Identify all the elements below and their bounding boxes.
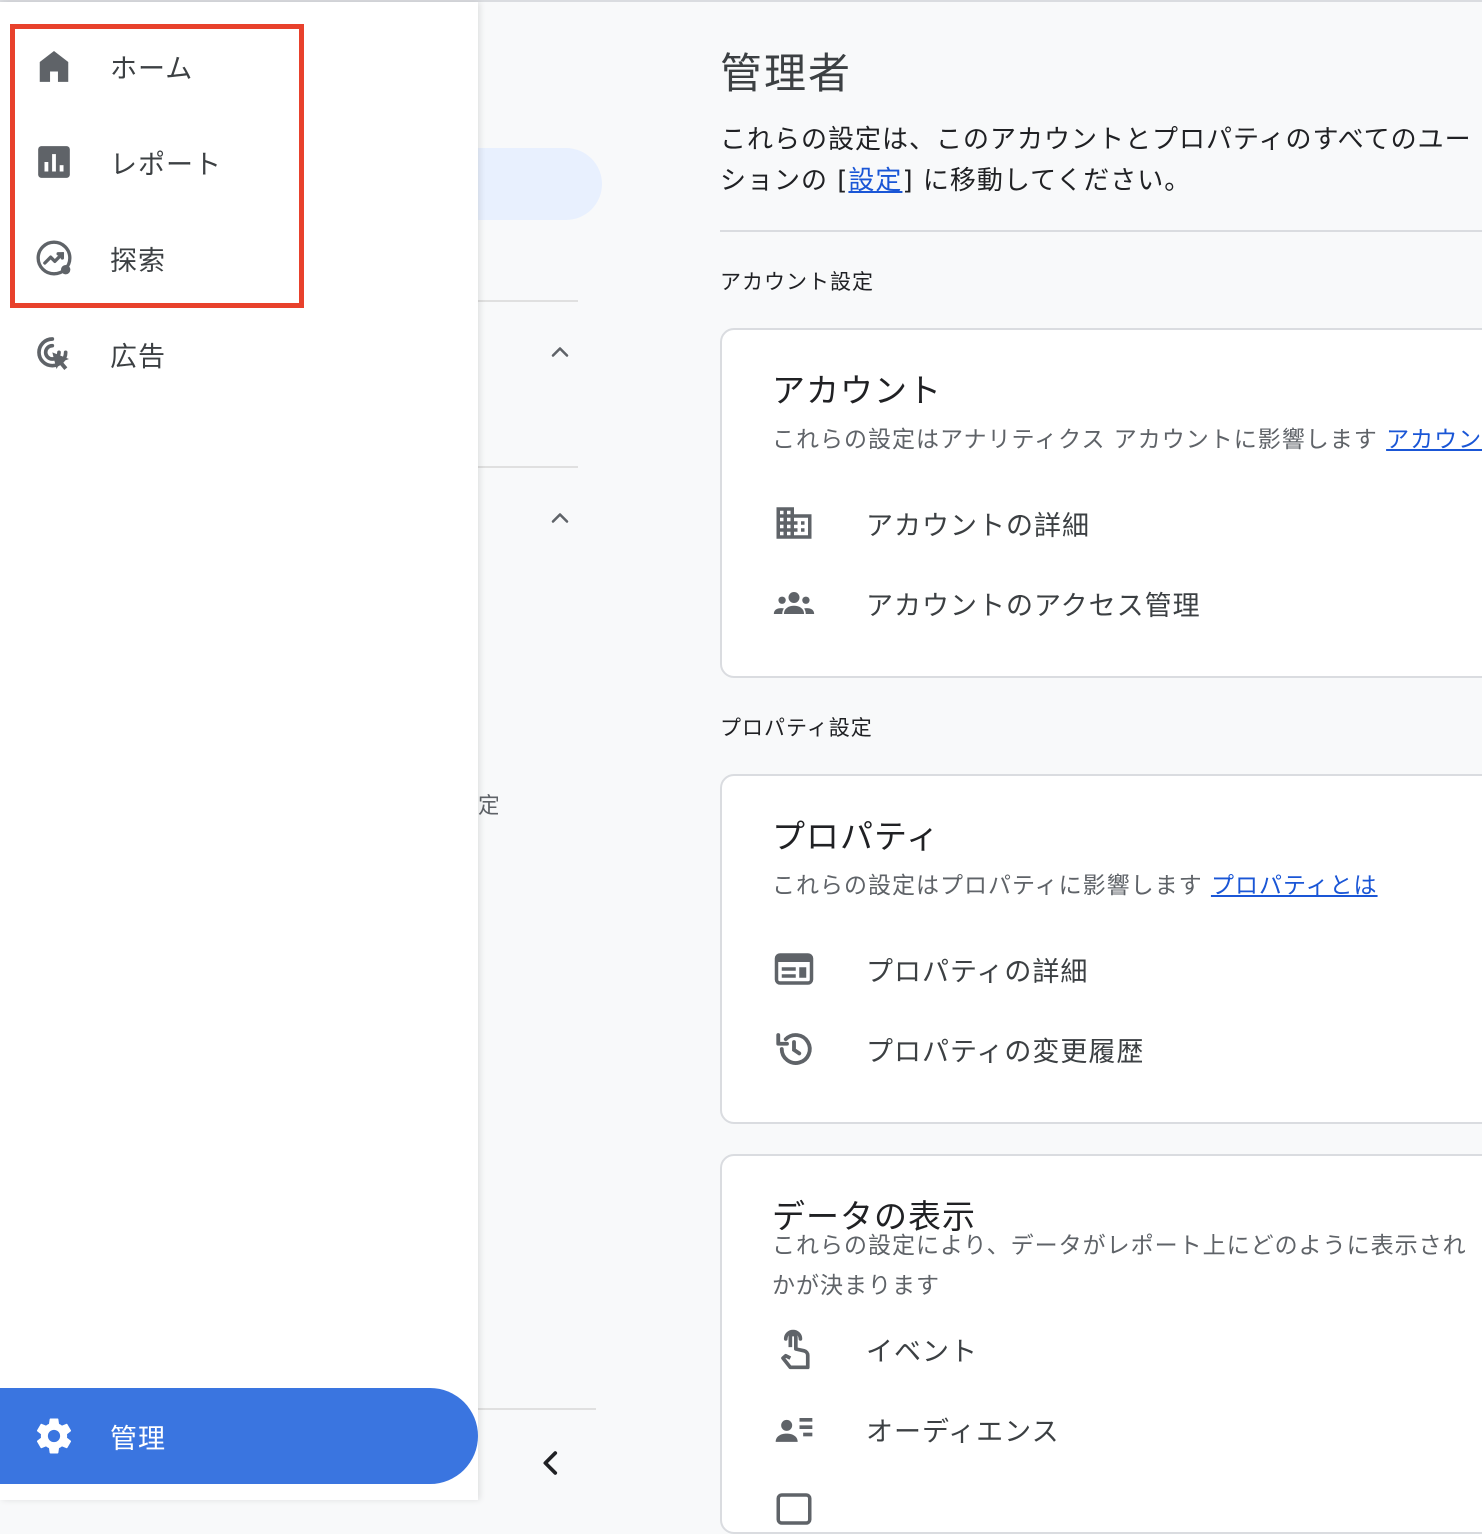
bar-chart-icon bbox=[34, 142, 74, 182]
nav-drawer: ホーム レポート 探索 広告 管理 bbox=[0, 2, 478, 1500]
nav-item-label: 探索 bbox=[110, 245, 166, 277]
account-card: アカウント これらの設定はアナリティクス アカウントに影響します アカウン アカ… bbox=[720, 328, 1482, 678]
sidebar-divider bbox=[478, 300, 578, 302]
audiences-row[interactable]: オーディエンス bbox=[772, 1404, 1060, 1454]
property-details-icon bbox=[772, 947, 816, 991]
building-icon bbox=[772, 501, 816, 545]
main-content: 管理者 これらの設定は、このアカウントとプロパティのすべてのユー ションの [設… bbox=[720, 0, 1482, 1534]
events-row[interactable]: イベント bbox=[772, 1324, 978, 1374]
partial-row-icon bbox=[772, 1487, 816, 1531]
nav-item-admin[interactable]: 管理 bbox=[0, 1388, 478, 1484]
account-access-row[interactable]: アカウントのアクセス管理 bbox=[772, 578, 1201, 628]
sidebar-divider bbox=[478, 466, 578, 468]
card-description: これらの設定はアナリティクス アカウントに影響します アカウン bbox=[772, 427, 1482, 453]
gear-icon bbox=[32, 1414, 76, 1458]
nav-item-label: レポート bbox=[110, 149, 222, 181]
nav-item-label: ホーム bbox=[110, 53, 194, 85]
card-description: これらの設定により、データがレポート上にどのように表示され かが決まります bbox=[772, 1233, 1467, 1299]
nav-item-explore[interactable]: 探索 bbox=[0, 223, 478, 293]
touch-icon bbox=[772, 1327, 816, 1371]
data-display-card: データの表示 これらの設定により、データがレポート上にどのように表示され かが決… bbox=[720, 1154, 1482, 1534]
explore-icon bbox=[34, 238, 74, 278]
section-heading-property: プロパティ設定 bbox=[720, 716, 873, 740]
section-divider bbox=[720, 230, 1482, 232]
account-details-row[interactable]: アカウントの詳細 bbox=[772, 498, 1090, 548]
intro-line: これらの設定は、このアカウントとプロパティのすべてのユー bbox=[720, 125, 1472, 155]
nav-item-home[interactable]: ホーム bbox=[0, 31, 478, 101]
sidebar-divider bbox=[478, 1408, 596, 1410]
card-title: アカウント bbox=[772, 371, 942, 410]
chevron-left-icon bbox=[543, 1451, 558, 1475]
chevron-up-icon[interactable] bbox=[546, 338, 574, 366]
card-title: プロパティ bbox=[772, 817, 941, 856]
collapse-sidebar-button[interactable] bbox=[534, 1446, 568, 1480]
page-title: 管理者 bbox=[720, 49, 853, 98]
settings-link[interactable]: 設定 bbox=[848, 166, 902, 196]
next-row[interactable] bbox=[772, 1484, 866, 1534]
ads-cursor-icon bbox=[34, 334, 74, 374]
property-help-link[interactable]: プロパティとは bbox=[1211, 873, 1378, 899]
nav-item-label: 広告 bbox=[110, 341, 166, 373]
home-icon bbox=[34, 46, 74, 86]
account-help-link[interactable]: アカウン bbox=[1386, 427, 1482, 453]
property-history-row[interactable]: プロパティの変更履歴 bbox=[772, 1024, 1144, 1074]
sidebar-text-fragment: 定 bbox=[478, 794, 498, 819]
intro-text: これらの設定は、このアカウントとプロパティのすべてのユー ションの [設定] に… bbox=[720, 120, 1472, 202]
property-card: プロパティ これらの設定はプロパティに影響します プロパティとは プロパティの詳… bbox=[720, 774, 1482, 1124]
nav-item-reports[interactable]: レポート bbox=[0, 127, 478, 197]
section-heading-account: アカウント設定 bbox=[720, 270, 874, 294]
chevron-up-icon[interactable] bbox=[546, 504, 574, 532]
people-icon bbox=[772, 581, 816, 625]
intro-line: ションの [設定] に移動してください。 bbox=[720, 166, 1192, 196]
history-icon bbox=[772, 1027, 816, 1071]
nav-item-label: 管理 bbox=[110, 1423, 166, 1455]
audience-icon bbox=[772, 1407, 816, 1451]
card-description: これらの設定はプロパティに影響します プロパティとは bbox=[772, 873, 1378, 899]
nav-item-advertising[interactable]: 広告 bbox=[0, 319, 478, 389]
property-details-row[interactable]: プロパティの詳細 bbox=[772, 944, 1088, 994]
